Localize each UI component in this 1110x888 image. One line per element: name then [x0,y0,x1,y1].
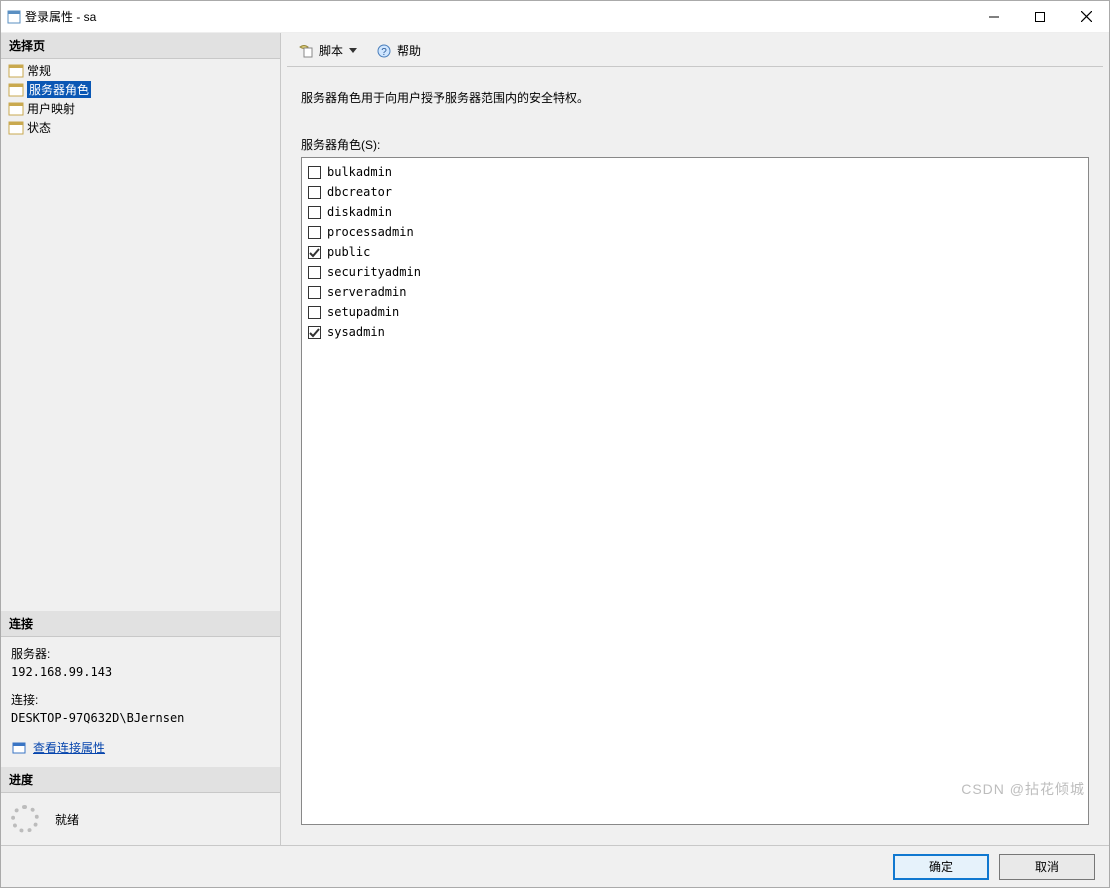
main-content: 脚本 ? 帮助 服务器角色用于向用户授予服务器范围内的安全特权。 服务器角色(S… [281,33,1109,845]
window-title: 登录属性 - sa [21,8,971,25]
sidebar-page-general[interactable]: 常规 [1,61,280,80]
role-checkbox[interactable] [308,206,321,219]
dialog-window: 登录属性 - sa 选择页 常规 [0,0,1110,888]
help-icon: ? [375,43,393,59]
dialog-body: 选择页 常规 服务器角色 用户映射 状态 [1,33,1109,845]
app-icon [7,10,21,24]
roles-description: 服务器角色用于向用户授予服务器范围内的安全特权。 [287,67,1103,112]
sidebar-page-label: 常规 [27,62,51,79]
role-checkbox[interactable] [308,186,321,199]
sidebar-page-list: 常规 服务器角色 用户映射 状态 [1,59,280,139]
role-name: dbcreator [327,185,392,199]
page-icon [7,101,25,117]
close-button[interactable] [1063,1,1109,32]
script-button[interactable]: 脚本 [293,40,367,61]
script-icon [297,43,315,59]
role-row[interactable]: bulkadmin [306,162,1084,182]
role-name: serveradmin [327,285,406,299]
content-toolbar: 脚本 ? 帮助 [287,39,1103,67]
maximize-button[interactable] [1017,1,1063,32]
roles-list[interactable]: bulkadmin dbcreator diskadmin processadm… [301,157,1089,825]
role-checkbox[interactable] [308,266,321,279]
sidebar-progress-header: 进度 [1,767,280,793]
progress-spinner-icon [11,805,39,833]
role-name: public [327,245,370,259]
role-row[interactable]: dbcreator [306,182,1084,202]
role-checkbox[interactable] [308,326,321,339]
sidebar-progress-body: 就绪 [1,793,280,845]
role-row[interactable]: sysadmin [306,322,1084,342]
sidebar-connection-body: 服务器: 192.168.99.143 连接: DESKTOP-97Q632D\… [1,637,280,767]
help-button[interactable]: ? 帮助 [371,40,425,61]
connection-label: 连接: [11,691,270,709]
help-label: 帮助 [397,42,421,59]
svg-text:?: ? [381,47,387,58]
cancel-button[interactable]: 取消 [999,854,1095,880]
cancel-label: 取消 [1035,858,1059,875]
sidebar: 选择页 常规 服务器角色 用户映射 状态 [1,33,281,845]
view-connection-props-link[interactable]: 查看连接属性 [33,739,105,757]
sidebar-page-label: 服务器角色 [27,81,91,98]
role-checkbox[interactable] [308,286,321,299]
role-row[interactable]: diskadmin [306,202,1084,222]
role-name: securityadmin [327,265,421,279]
window-controls [971,1,1109,32]
page-icon [7,63,25,79]
server-label: 服务器: [11,645,270,663]
sidebar-spacer [1,139,280,611]
role-name: bulkadmin [327,165,392,179]
dialog-footer: 确定 取消 [1,845,1109,887]
page-icon [7,82,25,98]
role-name: diskadmin [327,205,392,219]
role-checkbox[interactable] [308,166,321,179]
progress-status: 就绪 [55,811,79,828]
role-checkbox[interactable] [308,306,321,319]
role-row[interactable]: public [306,242,1084,262]
role-checkbox[interactable] [308,246,321,259]
minimize-button[interactable] [971,1,1017,32]
page-icon [7,120,25,136]
title-bar: 登录属性 - sa [1,1,1109,33]
sidebar-page-user-mapping[interactable]: 用户映射 [1,99,280,118]
server-value: 192.168.99.143 [11,663,270,681]
role-name: sysadmin [327,325,385,339]
ok-button[interactable]: 确定 [893,854,989,880]
role-name: processadmin [327,225,414,239]
roles-list-label: 服务器角色(S): [287,112,1103,155]
sidebar-page-server-roles[interactable]: 服务器角色 [1,80,280,99]
role-row[interactable]: serveradmin [306,282,1084,302]
role-name: setupadmin [327,305,399,319]
chevron-down-icon [349,48,357,53]
sidebar-page-status[interactable]: 状态 [1,118,280,137]
sidebar-connection-header: 连接 [1,611,280,637]
ok-label: 确定 [929,858,953,875]
script-label: 脚本 [319,42,343,59]
role-checkbox[interactable] [308,226,321,239]
role-row[interactable]: setupadmin [306,302,1084,322]
properties-icon [11,741,27,755]
sidebar-select-header: 选择页 [1,33,280,59]
role-row[interactable]: securityadmin [306,262,1084,282]
connection-value: DESKTOP-97Q632D\BJernsen [11,709,270,727]
sidebar-page-label: 状态 [27,119,51,136]
role-row[interactable]: processadmin [306,222,1084,242]
sidebar-page-label: 用户映射 [27,100,75,117]
